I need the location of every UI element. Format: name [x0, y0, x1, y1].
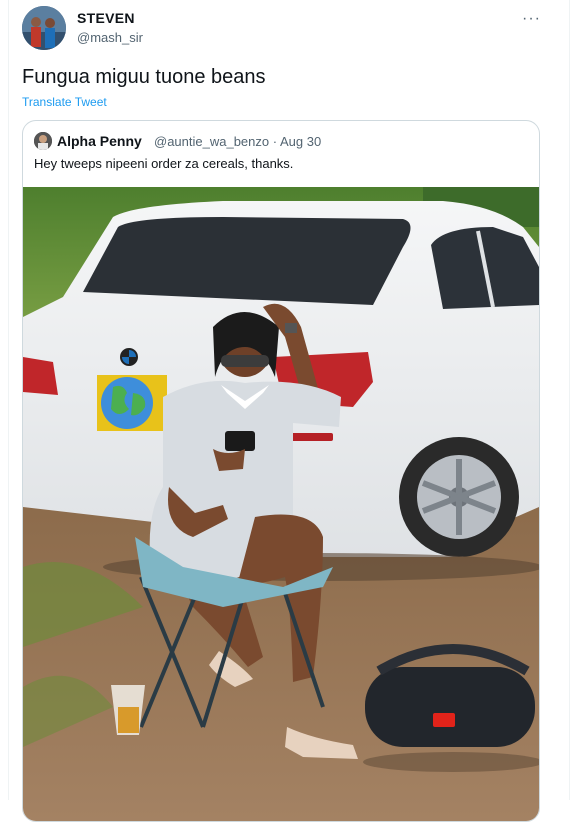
tweet-photo[interactable]: [23, 187, 539, 821]
user-avatar[interactable]: [22, 6, 66, 50]
quoted-tweet[interactable]: Alpha Penny @auntie_wa_benzo · Aug 30 He…: [22, 120, 540, 822]
quoted-author-name: Alpha Penny: [57, 133, 142, 149]
translate-tweet-link[interactable]: Translate Tweet: [22, 95, 107, 109]
author-name[interactable]: STEVEN: [77, 10, 135, 26]
quoted-avatar: [34, 132, 52, 150]
more-options-icon[interactable]: ···: [522, 10, 541, 28]
meta-separator: ·: [272, 134, 278, 149]
quoted-text: Hey tweeps nipeeni order za cereals, tha…: [34, 156, 294, 171]
quoted-author-meta: @auntie_wa_benzo · Aug 30: [154, 134, 321, 149]
photo-illustration: [23, 187, 539, 821]
author-handle[interactable]: @mash_sir: [77, 30, 143, 45]
quoted-author-handle: @auntie_wa_benzo: [154, 134, 270, 149]
tweet-text: Fungua miguu tuone beans: [22, 66, 266, 88]
quoted-date: Aug 30: [280, 134, 322, 149]
